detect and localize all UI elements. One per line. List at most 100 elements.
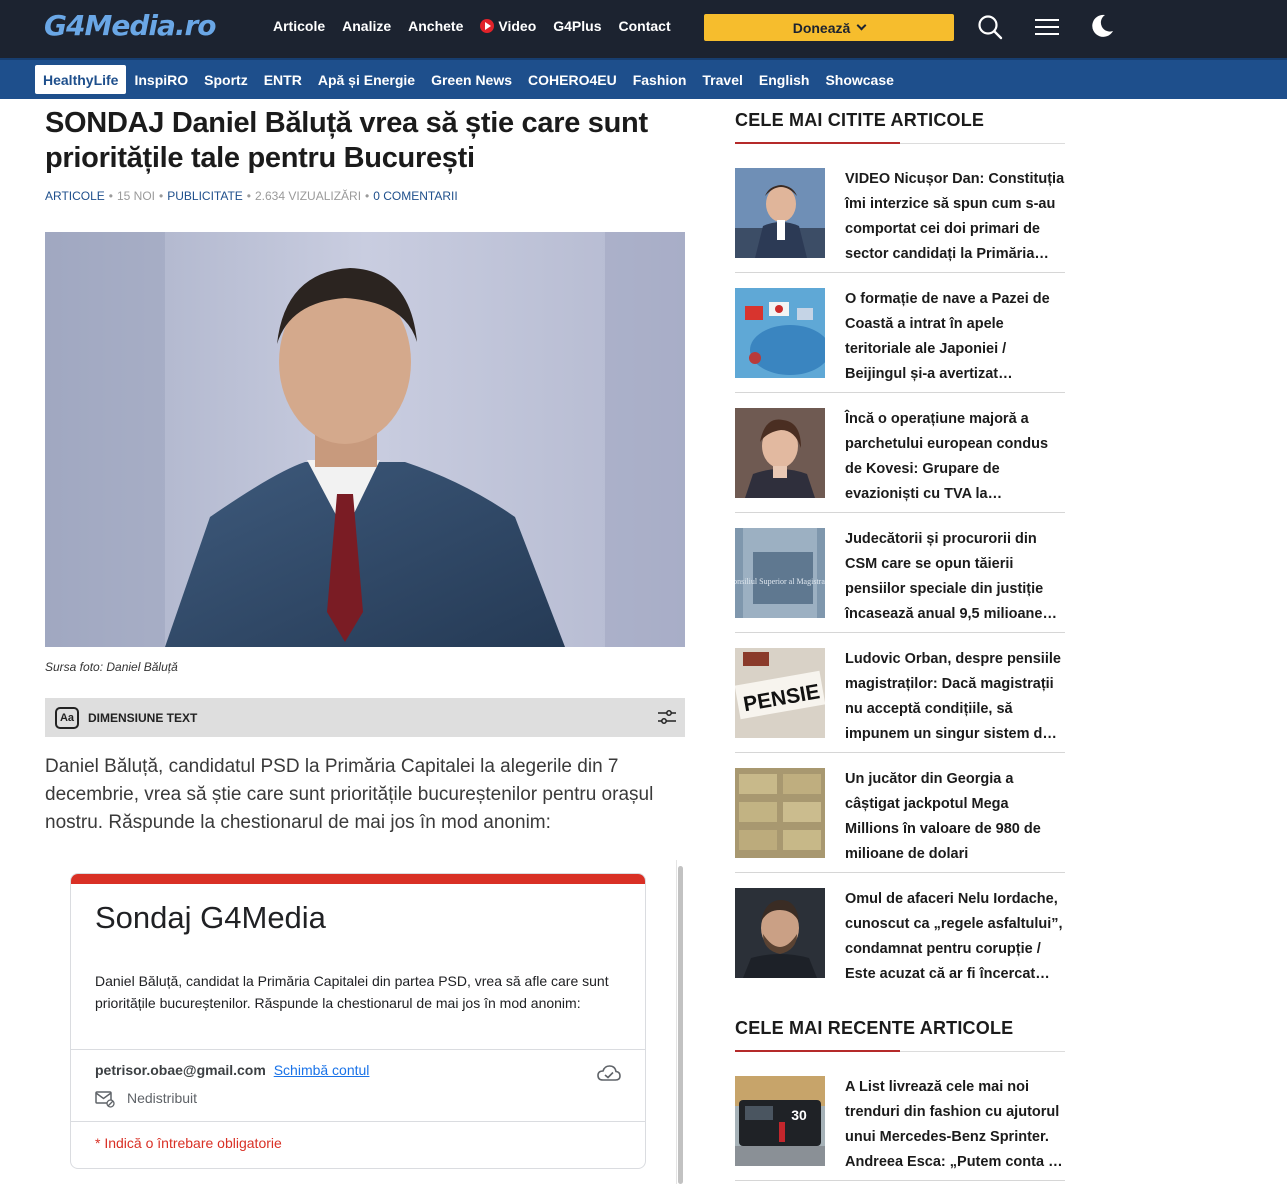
section-inspiro[interactable]: InspiRO — [126, 65, 196, 94]
article-body: Daniel Băluță, candidatul PSD la Primări… — [45, 756, 654, 833]
divider — [735, 632, 1065, 633]
thumbnail-text: Consiliul Superior al Magistraturii — [735, 577, 825, 586]
most-read-item[interactable]: VIDEO Nicușor Dan: Constituția îmi inter… — [735, 168, 1065, 288]
nav-contact[interactable]: Contact — [619, 18, 671, 34]
embedded-form: Sondaj G4Media Daniel Băluță, candidat l… — [45, 860, 685, 1184]
heading-accent — [735, 142, 900, 144]
portrait-photo — [45, 232, 685, 647]
play-icon — [480, 19, 495, 33]
article-title[interactable]: Judecătorii și procurorii din CSM care s… — [845, 527, 1065, 627]
nav-anchete[interactable]: Anchete — [408, 18, 463, 34]
form-accent-bar — [71, 874, 645, 884]
site-logo[interactable]: G4Media.ro — [44, 9, 217, 42]
nav-g4plus[interactable]: G4Plus — [553, 18, 601, 34]
divider — [71, 1121, 645, 1122]
section-showcase[interactable]: Showcase — [817, 65, 901, 94]
meta-category[interactable]: ARTICOLE — [45, 189, 105, 203]
heading-accent — [735, 1050, 900, 1052]
article-thumbnail[interactable] — [735, 888, 825, 978]
thumbnail-text: 30 — [791, 1107, 807, 1123]
text-size-control[interactable]: Aa DIMENSIUNE TEXT — [45, 698, 685, 737]
form-account: petrisor.obae@gmail.com Schimbă contul — [95, 1062, 369, 1078]
divider — [71, 1049, 645, 1050]
main-nav: Articole Analize Anchete Video G4Plus Co… — [273, 0, 671, 52]
recent-heading: CELE MAI RECENTE ARTICOLE — [735, 1018, 1014, 1038]
divider — [735, 272, 1065, 273]
section-english[interactable]: English — [751, 65, 818, 94]
nav-video[interactable]: Video — [480, 18, 536, 34]
article-thumbnail[interactable]: 30 — [735, 1076, 825, 1166]
section-fashion[interactable]: Fashion — [625, 65, 695, 94]
most-read-heading: CELE MAI CITITE ARTICOLE — [735, 110, 985, 130]
article-thumbnail[interactable]: PENSIE — [735, 648, 825, 738]
meta-dot: • — [108, 189, 113, 203]
mail-icon — [95, 1091, 115, 1108]
meta-dot: • — [246, 189, 251, 203]
account-email: petrisor.obae@gmail.com — [95, 1062, 266, 1078]
divider — [735, 1180, 1065, 1181]
divider — [735, 512, 1065, 513]
article-meta: ARTICOLE • 15 NOI • PUBLICITATE • 2.634 … — [45, 189, 458, 203]
article-photo — [45, 232, 685, 647]
most-read-item[interactable]: Omul de afaceri Nelu Iordache, cunoscut … — [735, 888, 1065, 1008]
section-nav-bar: HealthyLife InspiRO Sportz ENTR Apă și E… — [0, 58, 1287, 99]
article-title: SONDAJ Daniel Băluță vrea să știe care s… — [45, 107, 648, 174]
section-nav: HealthyLife InspiRO Sportz ENTR Apă și E… — [35, 65, 902, 94]
donate-label: Donează — [792, 19, 851, 36]
most-read-item[interactable]: Un jucător din Georgia a câștigat jackpo… — [735, 768, 1065, 888]
divider — [735, 752, 1065, 753]
nav-analize[interactable]: Analize — [342, 18, 391, 34]
recent-item[interactable]: 30 A List livrează cele mai noi trenduri… — [735, 1076, 1065, 1184]
article-title[interactable]: A List livrează cele mai noi trenduri di… — [845, 1075, 1065, 1175]
article-thumbnail[interactable] — [735, 768, 825, 858]
article-thumbnail[interactable]: Consiliul Superior al Magistraturii — [735, 528, 825, 618]
article-title[interactable]: VIDEO Nicușor Dan: Constituția îmi inter… — [845, 167, 1065, 267]
text-size-icon: Aa — [55, 706, 79, 729]
article-thumbnail[interactable] — [735, 408, 825, 498]
search-icon[interactable] — [977, 14, 1003, 40]
meta-comments[interactable]: 0 COMENTARII — [373, 189, 457, 203]
sliders-icon[interactable] — [658, 710, 676, 724]
most-read-item[interactable]: Încă o operațiune majoră a parchetului e… — [735, 408, 1065, 528]
top-header: G4Media.ro Articole Analize Anchete Vide… — [0, 0, 1287, 58]
most-read-item[interactable]: Consiliul Superior al Magistraturii Jude… — [735, 528, 1065, 648]
meta-tag[interactable]: PUBLICITATE — [167, 189, 243, 203]
article-thumbnail[interactable] — [735, 168, 825, 258]
article-title[interactable]: Un jucător din Georgia a câștigat jackpo… — [845, 767, 1065, 867]
heading-underline — [735, 1050, 1065, 1052]
divider — [735, 392, 1065, 393]
required-note: * Indică o întrebare obligatorie — [95, 1135, 282, 1151]
section-travel[interactable]: Travel — [694, 65, 750, 94]
article-thumbnail[interactable] — [735, 288, 825, 378]
section-apa-energie[interactable]: Apă și Energie — [310, 65, 423, 94]
cloud-check-icon — [597, 1065, 621, 1081]
article-title[interactable]: Încă o operațiune majoră a parchetului e… — [845, 407, 1065, 507]
most-read-item[interactable]: PENSIE Ludovic Orban, despre pensiile ma… — [735, 648, 1065, 768]
article-title[interactable]: Omul de afaceri Nelu Iordache, cunoscut … — [845, 887, 1065, 987]
form-description: Daniel Băluță, candidat la Primăria Capi… — [95, 973, 609, 1011]
nav-video-label: Video — [498, 18, 537, 34]
donate-button[interactable]: Donează — [704, 14, 954, 41]
divider — [735, 872, 1065, 873]
scrollbar-thumb[interactable] — [678, 866, 683, 1184]
meta-views: 2.634 VIZUALIZĂRI — [255, 189, 362, 203]
nav-articole[interactable]: Articole — [273, 18, 325, 34]
meta-dot: • — [365, 189, 370, 203]
article-title[interactable]: Ludovic Orban, despre pensiile magistraț… — [845, 647, 1065, 747]
section-sportz[interactable]: Sportz — [196, 65, 256, 94]
most-read-item[interactable]: O formație de nave a Pazei de Coastă a i… — [735, 288, 1065, 408]
chevron-down-icon — [856, 20, 867, 31]
switch-account-link[interactable]: Schimbă contul — [274, 1062, 370, 1078]
section-entr[interactable]: ENTR — [256, 65, 310, 94]
text-size-label: DIMENSIUNE TEXT — [88, 710, 198, 725]
article-title[interactable]: O formație de nave a Pazei de Coastă a i… — [845, 287, 1065, 387]
meta-date: 15 NOI — [117, 189, 156, 203]
section-green-news[interactable]: Green News — [423, 65, 520, 94]
menu-icon[interactable] — [1035, 18, 1059, 36]
sharing-status: Nedistribuit — [127, 1090, 198, 1106]
form-scrollbar[interactable] — [676, 860, 684, 1184]
section-cohero4eu[interactable]: COHERO4EU — [520, 65, 625, 94]
section-healthylife[interactable]: HealthyLife — [35, 65, 127, 94]
photo-caption: Sursa foto: Daniel Băluță — [45, 660, 178, 674]
moon-icon[interactable] — [1089, 13, 1115, 39]
